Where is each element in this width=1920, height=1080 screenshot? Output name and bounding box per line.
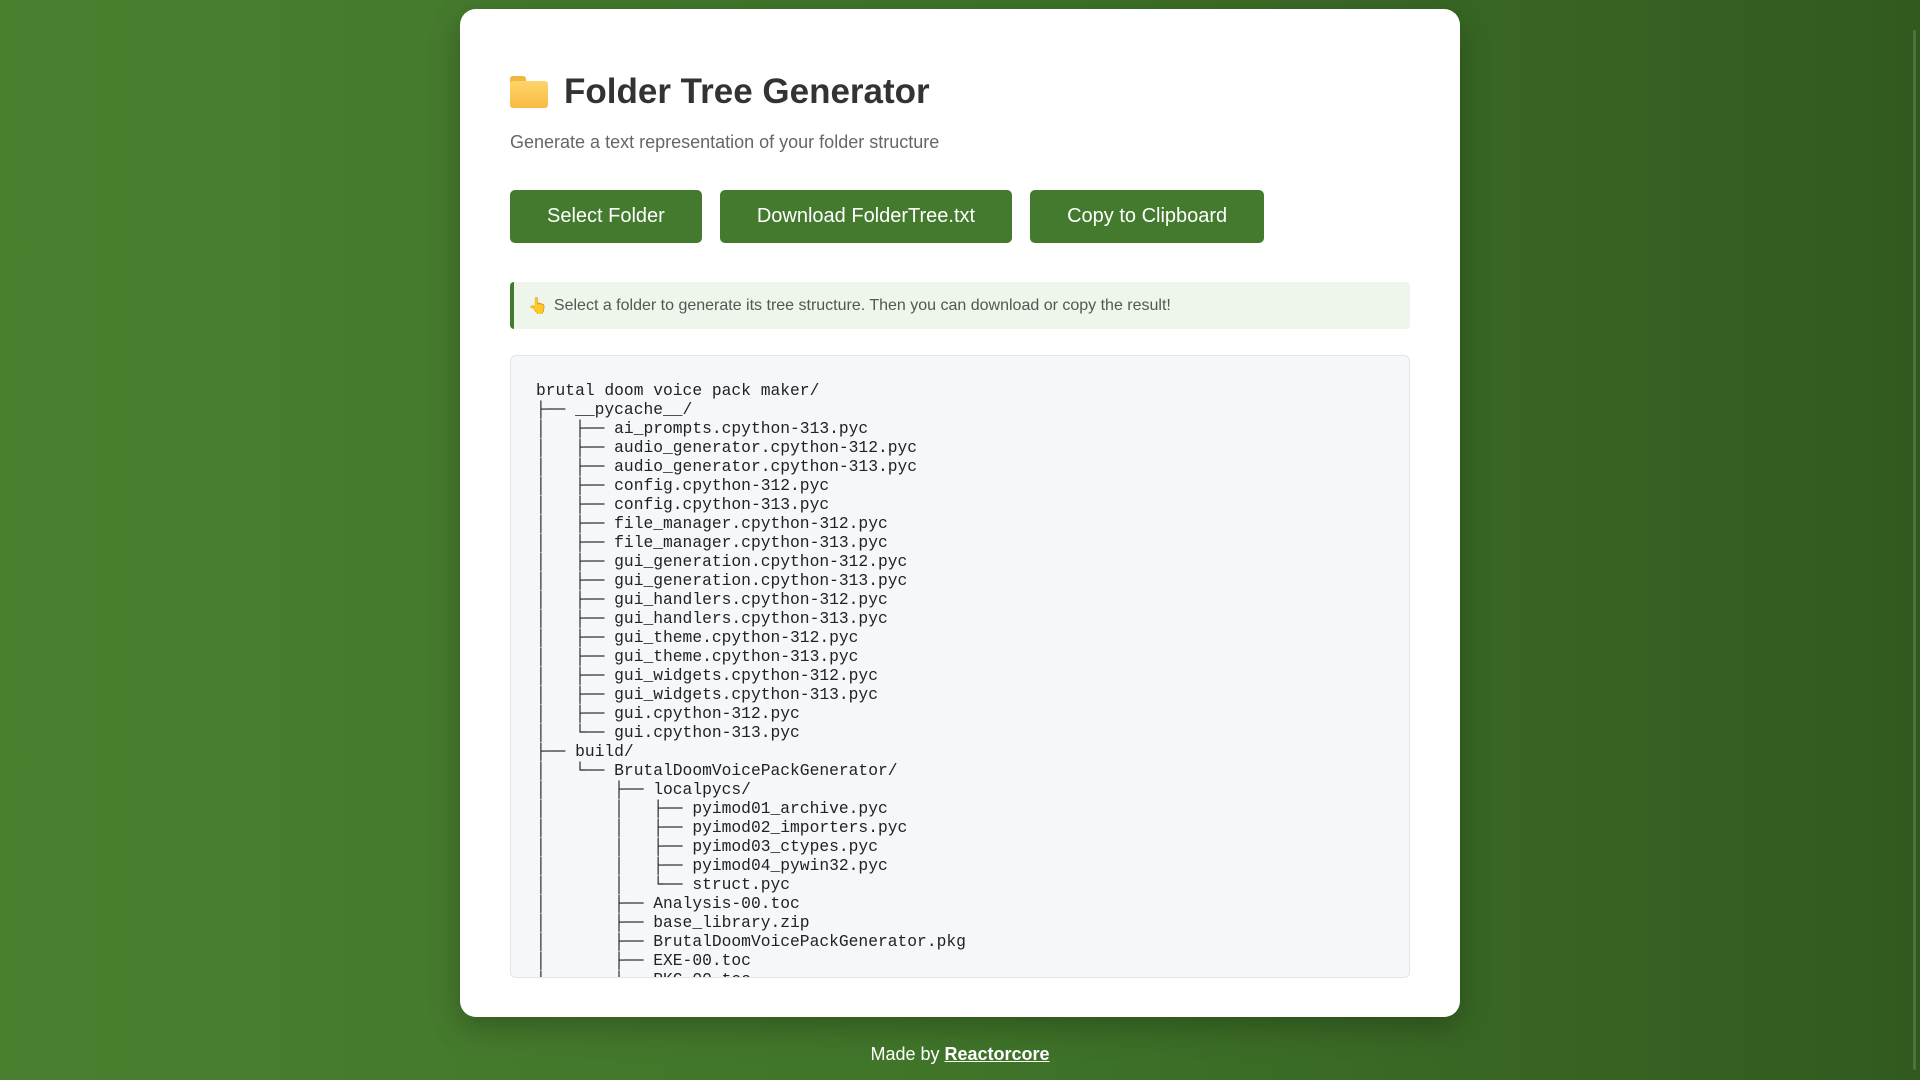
footer: Made by Reactorcore — [0, 1044, 1920, 1065]
footer-author-link[interactable]: Reactorcore — [945, 1044, 1050, 1064]
page-title: Folder Tree Generator — [564, 72, 930, 111]
folder-icon — [510, 76, 548, 108]
copy-to-clipboard-button[interactable]: Copy to Clipboard — [1030, 190, 1265, 243]
footer-prefix: Made by — [870, 1044, 945, 1064]
header: Folder Tree Generator — [510, 62, 1410, 122]
tree-output-box[interactable]: brutal doom voice pack maker/ ├── __pyca… — [510, 355, 1410, 978]
download-button[interactable]: Download FolderTree.txt — [719, 190, 1013, 243]
info-banner: 👆 Select a folder to generate its tree s… — [510, 282, 1410, 329]
select-folder-button[interactable]: Select Folder — [510, 190, 702, 243]
page-scrollbar[interactable] — [1913, 30, 1916, 1070]
button-row: Select Folder Download FolderTree.txt Co… — [510, 190, 1410, 243]
page-subtitle: Generate a text representation of your f… — [510, 132, 940, 152]
info-text: Select a folder to generate its tree str… — [553, 296, 1171, 314]
pointing-hand-icon: 👆 — [528, 297, 548, 315]
tree-output-text: brutal doom voice pack maker/ ├── __pyca… — [536, 381, 966, 977]
main-card: Folder Tree Generator Generate a text re… — [460, 9, 1460, 1017]
